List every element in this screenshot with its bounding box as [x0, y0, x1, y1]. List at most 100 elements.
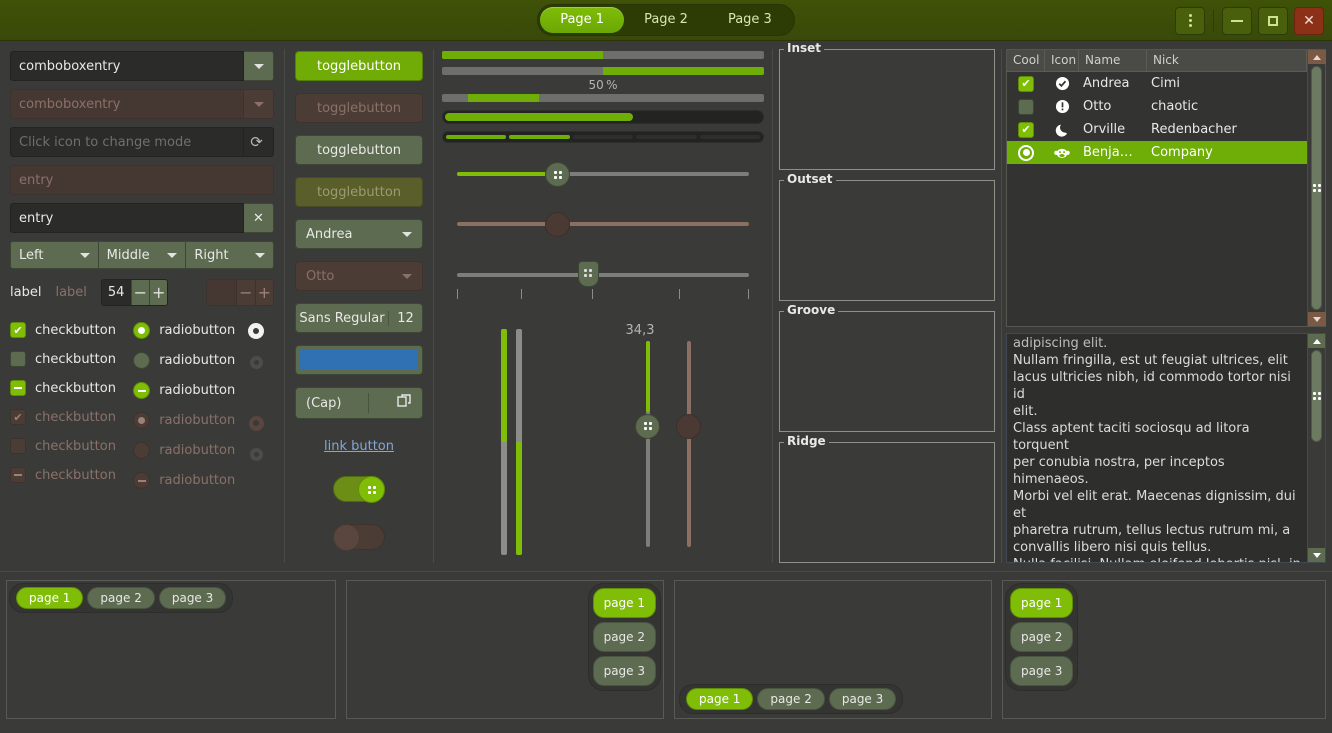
tab-page-3[interactable]: Page 3 [708, 7, 792, 33]
column-header-cool[interactable]: Cool [1007, 50, 1045, 71]
column-header-name[interactable]: Name [1079, 50, 1147, 71]
column-header-nick[interactable]: Nick [1147, 50, 1307, 71]
notebook2-tab-2[interactable]: page 2 [592, 622, 656, 652]
levelbar-discrete [442, 131, 764, 143]
switch-on-row [295, 476, 423, 503]
frame-ridge: Ridge [779, 434, 995, 563]
notebook1-tabstrip: page 1 page 2 page 3 [9, 583, 234, 613]
scale-with-marks[interactable] [442, 261, 764, 287]
checkbox-checked-icon[interactable]: ✔ [1018, 75, 1034, 92]
app-chooser-button[interactable]: (Cap) [295, 387, 423, 419]
radio-plain-2[interactable] [247, 353, 265, 371]
combo-middle[interactable]: Middle [98, 241, 187, 269]
tab-page-1[interactable]: Page 1 [540, 7, 625, 33]
minimize-icon[interactable] [1222, 6, 1252, 35]
notebook3-tab-1[interactable]: page 1 [686, 688, 754, 710]
togglebutton-active[interactable]: togglebutton [295, 51, 423, 81]
chevron-down-icon-disabled [402, 273, 412, 279]
scale-handle[interactable] [545, 162, 571, 187]
table-row[interactable]: ✔ Andrea Cimi [1007, 72, 1307, 95]
textview-scrollbar[interactable] [1307, 334, 1325, 562]
tab-page-2[interactable]: Page 2 [624, 7, 708, 33]
textview[interactable]: adipiscing elit. Nullam fringilla, est u… [1006, 333, 1326, 563]
notebook4-tab-3[interactable]: page 3 [1010, 656, 1074, 686]
cell-name: Benja… [1083, 145, 1133, 160]
scroll-down-icon[interactable] [1307, 548, 1325, 562]
column-entries: comboboxentry comboboxentry Click icon t… [0, 41, 284, 571]
progressbar-1 [442, 51, 764, 59]
column-header-icon[interactable]: Icon [1045, 50, 1079, 71]
check-circle-icon [1045, 76, 1079, 91]
radiobutton-2[interactable]: radiobutton [133, 352, 239, 369]
notebook1-tab-2[interactable]: page 2 [87, 587, 155, 609]
togglebutton-normal[interactable]: togglebutton [295, 135, 423, 165]
scrollbar-thumb[interactable] [1311, 66, 1322, 310]
notebook1-tab-1[interactable]: page 1 [16, 587, 84, 609]
scale-horizontal[interactable] [442, 159, 764, 189]
scale-marks-handle[interactable] [577, 261, 599, 287]
table-row[interactable]: Otto chaotic [1007, 95, 1307, 118]
header-bar: Page 1 Page 2 Page 3 ✕ [0, 0, 1332, 41]
radiobutton-1[interactable]: radiobutton [133, 322, 239, 339]
checkbutton-column: ✔ checkbutton checkbutton checkbutton ✔ ch… [10, 322, 133, 489]
checkbutton-3[interactable]: checkbutton [10, 380, 133, 396]
spinbutton-value[interactable]: 54 [102, 280, 131, 305]
link-button[interactable]: link button [324, 439, 394, 454]
treeview-scrollbar[interactable] [1307, 50, 1326, 326]
scroll-down-icon[interactable] [1307, 312, 1326, 326]
font-button[interactable]: Sans Regular 12 [295, 303, 423, 333]
combobox-name[interactable]: Andrea [295, 219, 423, 249]
checkbox-unchecked-icon[interactable] [1018, 98, 1034, 115]
close-icon[interactable]: ✕ [1294, 6, 1324, 35]
comboboxentry-1-input[interactable]: comboboxentry [10, 51, 244, 81]
reload-icon[interactable]: ⟳ [244, 127, 274, 157]
radiobutton-3[interactable]: radiobutton [133, 382, 239, 399]
switch-on[interactable] [333, 476, 385, 503]
combo-left[interactable]: Left [10, 241, 99, 269]
comboboxentry-2-input: comboboxentry [10, 89, 244, 119]
mode-entry[interactable]: Click icon to change mode ⟳ [10, 127, 274, 157]
levelbar-segment [509, 135, 570, 139]
notebook4-tab-2[interactable]: page 2 [1010, 622, 1074, 652]
progressbar-2 [442, 67, 764, 75]
notebook4-tab-1[interactable]: page 1 [1010, 588, 1074, 618]
spinbutton-decrement[interactable]: − [130, 280, 150, 305]
mode-entry-input[interactable]: Click icon to change mode [10, 127, 244, 157]
maximize-icon[interactable] [1258, 6, 1288, 35]
radiobutton-column: radiobutton radiobutton radiobutton radi… [133, 322, 239, 489]
cell-name: Orville [1083, 122, 1126, 137]
notebook1-tab-3[interactable]: page 3 [158, 587, 227, 609]
radio-selected-icon[interactable] [1018, 144, 1034, 161]
color-button[interactable] [295, 345, 423, 375]
entry-clear-input[interactable]: entry [10, 203, 244, 233]
clear-icon[interactable]: ✕ [244, 203, 274, 233]
scrollbar-thumb[interactable] [1311, 350, 1322, 442]
table-row-selected[interactable]: Benja… Company [1007, 141, 1307, 164]
notebook2-tab-1[interactable]: page 1 [592, 588, 656, 618]
app-chooser-label: (Cap) [306, 395, 342, 411]
radio-plain-1[interactable] [247, 322, 265, 340]
notebook2-tab-3[interactable]: page 3 [592, 656, 656, 686]
comboboxentry-1[interactable]: comboboxentry [10, 51, 274, 81]
treeview[interactable]: Cool Icon Name Nick ✔ Andrea Cimi Otto c… [1006, 49, 1326, 327]
radio-icon-only-column [239, 322, 274, 489]
notebook-tabs-right: page 1 page 2 page 3 [346, 580, 664, 719]
spinbutton[interactable]: 54 − + [100, 279, 169, 306]
notebook3-tab-3[interactable]: page 3 [828, 688, 897, 710]
spinbutton-increment[interactable]: + [149, 280, 168, 305]
checkbox-checked-icon[interactable]: ✔ [1018, 121, 1034, 138]
label-insensitive: label [55, 285, 87, 300]
table-row[interactable]: ✔ Orville Redenbacher [1007, 118, 1307, 141]
checkbutton-2[interactable]: checkbutton [10, 351, 133, 367]
entry-with-clear[interactable]: entry ✕ [10, 203, 274, 233]
chevron-down-icon[interactable] [244, 51, 274, 81]
scroll-up-icon[interactable] [1307, 50, 1326, 64]
notebook3-tab-2[interactable]: page 2 [757, 688, 825, 710]
combo-right[interactable]: Right [186, 241, 275, 269]
menu-dots-icon[interactable] [1175, 6, 1205, 35]
checkbutton-1[interactable]: ✔ checkbutton [10, 322, 133, 338]
textview-body[interactable]: adipiscing elit. Nullam fringilla, est u… [1007, 334, 1307, 562]
scroll-up-icon[interactable] [1307, 334, 1325, 348]
vertical-scale-handle[interactable] [635, 413, 660, 439]
radiobutton-4: radiobutton [133, 412, 239, 429]
